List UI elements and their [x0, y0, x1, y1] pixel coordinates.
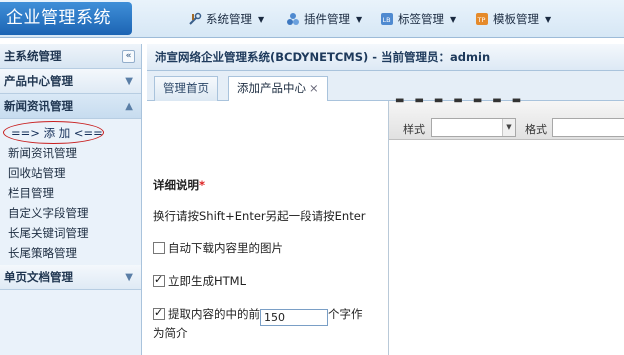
option-summary: 提取内容的中的前150个字作	[153, 306, 383, 326]
tab-home[interactable]: 管理首页	[154, 76, 218, 101]
required-mark: *	[199, 178, 206, 192]
detail-label-text: 详细说明	[153, 178, 199, 192]
tab-bar: 管理首页 添加产品中心 ×	[147, 71, 624, 102]
subscript-icon[interactable]: ▬	[473, 95, 482, 106]
editor-hint: 换行请按Shift+Enter另起一段请按Enter	[153, 209, 366, 223]
format-select[interactable]	[552, 118, 624, 137]
sidebar-item-news-manage[interactable]: 新闻资讯管理	[8, 143, 141, 163]
sidebar-item-columns[interactable]: 栏目管理	[8, 183, 141, 203]
summary-length-input[interactable]: 150	[260, 309, 328, 326]
menu-plugins-label: 插件管理	[304, 12, 350, 26]
sidebar-main-title-label: 主系统管理	[4, 49, 62, 63]
svg-text:LB: LB	[383, 16, 391, 24]
summary-suffix: 个字作	[328, 307, 363, 321]
expand-icon: ▼	[125, 272, 133, 283]
summary-checkbox[interactable]	[153, 306, 165, 320]
svg-text:TP: TP	[477, 16, 486, 24]
caret-down-icon: ▼	[450, 14, 457, 24]
menu-system[interactable]: 系统管理 ▼	[188, 10, 264, 28]
bold-icon[interactable]: ▬	[395, 95, 404, 106]
menu-labels-label: 标签管理	[398, 12, 444, 26]
caret-down-icon: ▼	[545, 14, 552, 24]
summary-prefix: 提取内容的中的前	[168, 307, 260, 321]
sidebar-main-title: 主系统管理 «	[0, 44, 141, 69]
page-title: 沛宣网络企业管理系统(BCDYNETCMS) - 当前管理员：admin	[147, 44, 624, 71]
template-icon: TP	[475, 12, 489, 26]
caret-down-icon: ▼	[356, 14, 363, 24]
style-select[interactable]: ▼	[431, 118, 516, 137]
top-bar: 企业管理系统 系统管理 ▼ 插件管理 ▼ LB 标签管理 ▼ TP 模板管理 ▼	[0, 0, 624, 38]
underline-icon[interactable]: ▬	[434, 95, 443, 106]
tab-label: 添加产品中心	[237, 81, 306, 95]
collapse-icon: ▲	[125, 101, 133, 112]
label-icon: LB	[380, 12, 394, 26]
highlight-ellipse	[3, 121, 104, 144]
sidebar-section-label: 产品中心管理	[4, 74, 73, 88]
menu-templates[interactable]: TP 模板管理 ▼	[475, 10, 551, 28]
italic-icon[interactable]: ▬	[414, 95, 423, 106]
sidebar-item-longtail-strategy[interactable]: 长尾策略管理	[8, 243, 141, 263]
sidebar-section-label: 新闻资讯管理	[4, 99, 73, 113]
editor-format-buttons: ▬ ▬ ▬ ▬ ▬ ▬ ▬	[395, 95, 521, 106]
style-label: 样式	[403, 123, 425, 136]
strike-icon[interactable]: ▬	[453, 95, 462, 106]
expand-icon: ▼	[125, 76, 133, 87]
editor-toolbar: ▬ ▬ ▬ ▬ ▬ ▬ ▬ 样式 ▼ 格式	[389, 95, 624, 140]
editor-content-area[interactable]	[389, 141, 624, 355]
sidebar: 主系统管理 « 产品中心管理 ▼ 新闻资讯管理 ▲ ==> 添 加 <== 新闻…	[0, 44, 142, 355]
chevron-down-icon: ▼	[502, 119, 515, 136]
download-images-label: 自动下载内容里的图片	[168, 241, 283, 255]
generate-html-label: 立即生成HTML	[168, 274, 247, 288]
menu-labels[interactable]: LB 标签管理 ▼	[380, 10, 456, 28]
summary-suffix2: 为简介	[153, 326, 188, 340]
news-items-list: ==> 添 加 <== 新闻资讯管理 回收站管理 栏目管理 自定义字段管理 长尾…	[0, 119, 141, 265]
generate-html-checkbox[interactable]	[153, 273, 165, 287]
detail-label: 详细说明*	[153, 177, 205, 193]
close-icon[interactable]: ×	[309, 81, 319, 95]
sidebar-section-single-page[interactable]: 单页文档管理 ▼	[0, 265, 141, 290]
menu-templates-label: 模板管理	[493, 12, 539, 26]
tab-add-product[interactable]: 添加产品中心 ×	[228, 76, 328, 102]
puzzle-icon	[286, 12, 300, 26]
tools-icon	[188, 12, 202, 26]
rich-text-editor: ▬ ▬ ▬ ▬ ▬ ▬ ▬ 样式 ▼ 格式	[388, 95, 624, 355]
app-logo: 企业管理系统	[0, 2, 132, 35]
superscript-icon[interactable]: ▬	[492, 95, 501, 106]
format-label: 格式	[525, 123, 547, 136]
tab-label: 管理首页	[163, 81, 209, 95]
sidebar-section-news[interactable]: 新闻资讯管理 ▲	[0, 94, 141, 119]
sidebar-item-add[interactable]: ==> 添 加 <==	[3, 121, 141, 144]
option-generate-html: 立即生成HTML	[153, 273, 246, 289]
sidebar-section-label: 单页文档管理	[4, 270, 73, 284]
menu-system-label: 系统管理	[206, 12, 252, 26]
clear-format-icon[interactable]: ▬	[512, 95, 521, 106]
collapse-sidebar-icon[interactable]: «	[122, 50, 135, 63]
option-download-images: 自动下载内容里的图片	[153, 240, 283, 256]
sidebar-section-products[interactable]: 产品中心管理 ▼	[0, 69, 141, 94]
form-area: 详细说明* 换行请按Shift+Enter另起一段请按Enter 自动下载内容里…	[147, 101, 388, 355]
sidebar-item-recycle-bin[interactable]: 回收站管理	[8, 163, 141, 183]
caret-down-icon: ▼	[258, 14, 265, 24]
download-images-checkbox[interactable]	[153, 242, 165, 254]
menu-plugins[interactable]: 插件管理 ▼	[286, 10, 362, 28]
sidebar-item-custom-fields[interactable]: 自定义字段管理	[8, 203, 141, 223]
sidebar-item-longtail-keywords[interactable]: 长尾关键词管理	[8, 223, 141, 243]
